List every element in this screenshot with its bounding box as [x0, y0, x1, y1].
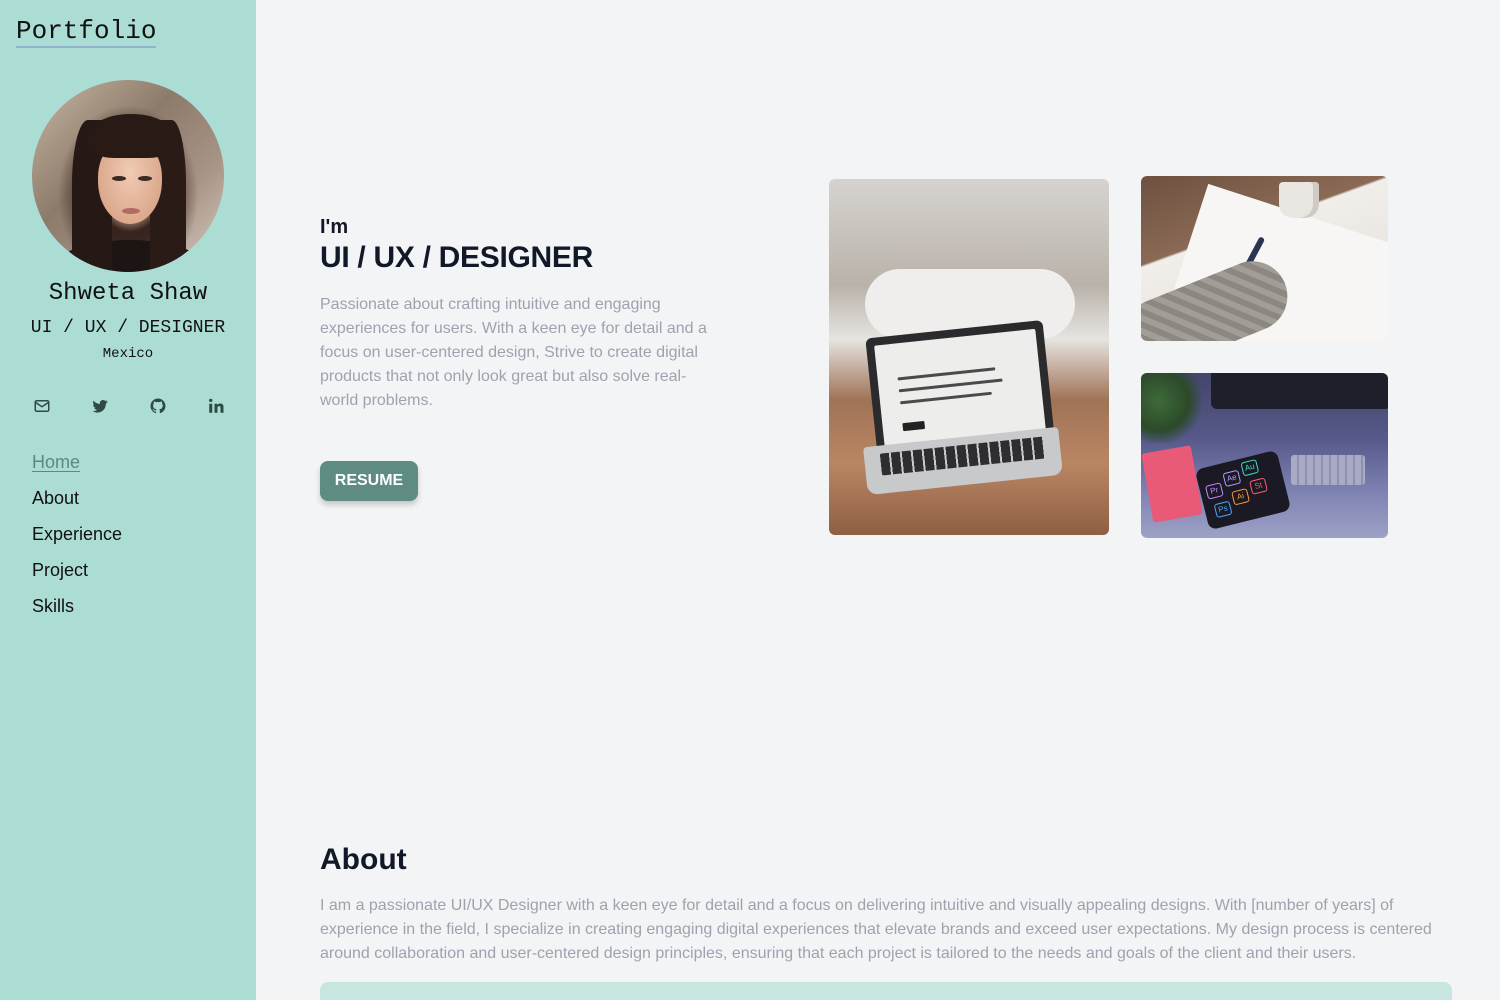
about-card — [320, 982, 1452, 1000]
desk-photo: Pr Ae Au Ps Ai St — [1141, 373, 1388, 538]
profile-name: Shweta Shaw — [48, 280, 208, 307]
nav-item-experience[interactable]: Experience — [32, 522, 122, 558]
mail-icon[interactable] — [32, 396, 52, 416]
avatar — [32, 80, 224, 272]
sidebar-nav: Home About Experience Project Skills — [32, 450, 122, 630]
linkedin-icon[interactable] — [206, 396, 226, 416]
resume-button[interactable]: RESUME — [320, 461, 418, 501]
brand-logo[interactable]: Portfolio — [16, 16, 157, 48]
hero-description: Passionate about crafting intuitive and … — [320, 296, 707, 409]
laptop-photo — [829, 179, 1109, 535]
hero-intro: I'm — [320, 216, 349, 238]
social-links — [32, 395, 226, 417]
github-icon[interactable] — [148, 396, 168, 416]
about-paragraph: I am a passionate UI/UX Designer with a … — [320, 897, 1432, 962]
profile-location: Mexico — [102, 346, 154, 362]
twitter-icon[interactable] — [90, 396, 110, 416]
nav-item-skills[interactable]: Skills — [32, 594, 122, 630]
writing-photo — [1141, 176, 1388, 341]
nav-item-about[interactable]: About — [32, 486, 122, 522]
hero-title: UI / UX / DESIGNER — [320, 241, 593, 274]
about-heading: About — [320, 843, 407, 876]
sidebar: Portfolio Shweta Shaw UI / UX / DESIGNER… — [0, 0, 256, 1000]
nav-item-project[interactable]: Project — [32, 558, 122, 594]
nav-item-home[interactable]: Home — [32, 450, 122, 486]
profile-role: UI / UX / DESIGNER — [30, 318, 226, 338]
